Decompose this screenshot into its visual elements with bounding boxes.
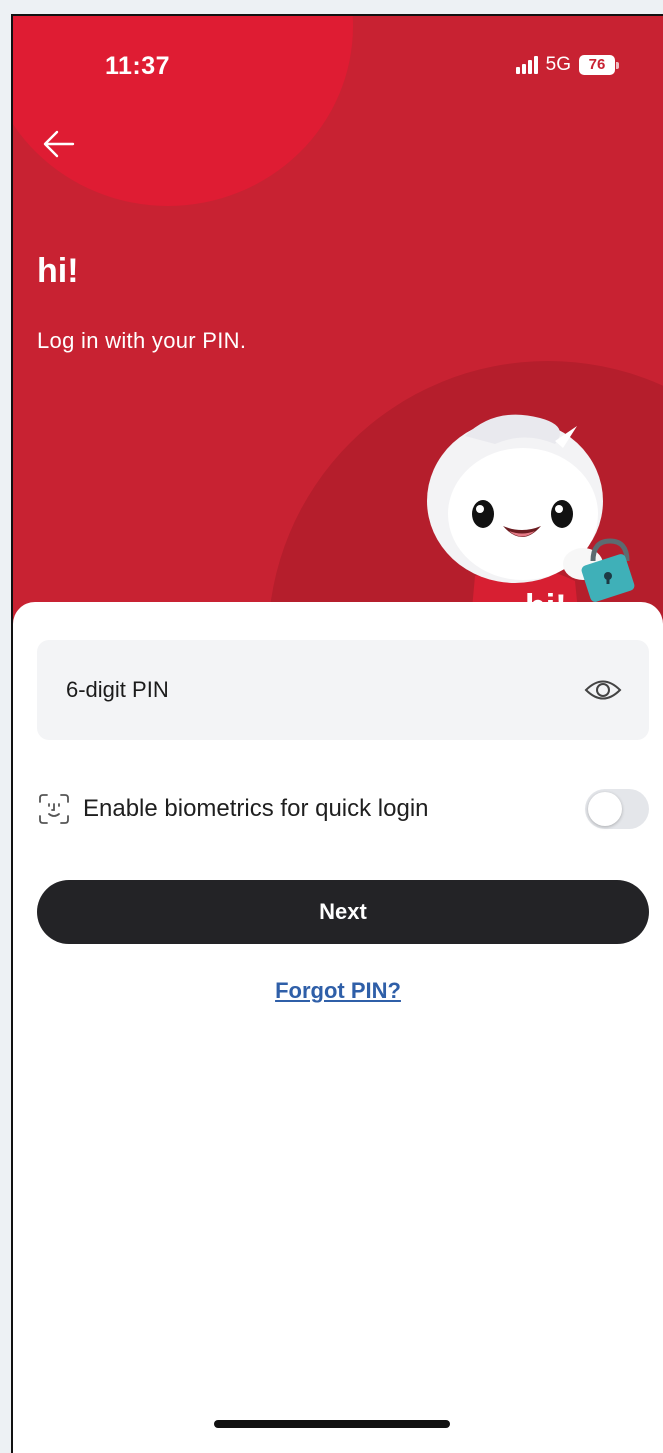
- face-id-icon: [39, 794, 69, 824]
- eye-icon[interactable]: [583, 675, 623, 705]
- hero-decor-circle-top: [13, 16, 353, 206]
- toggle-knob: [588, 792, 622, 826]
- login-sheet: Enable biometrics for quick login Next F…: [13, 602, 663, 1453]
- phone-screen: 11:37 5G 76 hi! Log in with your PIN. hi…: [11, 14, 663, 1453]
- greeting-title: hi!: [37, 252, 79, 290]
- login-subtitle: Log in with your PIN.: [37, 328, 247, 353]
- signal-icon: [515, 56, 538, 74]
- network-type: 5G: [545, 54, 571, 75]
- back-button[interactable]: [39, 124, 79, 164]
- biometrics-label: Enable biometrics for quick login: [83, 795, 429, 822]
- home-indicator: [214, 1420, 450, 1428]
- status-icons: 5G 76: [515, 52, 619, 78]
- status-time: 11:37: [105, 52, 171, 80]
- biometrics-row: Enable biometrics for quick login: [37, 786, 649, 832]
- mascot-illustration: hi!: [427, 414, 635, 626]
- battery-icon: 76: [579, 55, 619, 75]
- forgot-pin-link[interactable]: Forgot PIN?: [13, 978, 663, 1004]
- pin-input[interactable]: [64, 676, 583, 704]
- hero-banner: 11:37 5G 76 hi! Log in with your PIN. hi…: [13, 16, 663, 656]
- pin-field: [37, 640, 649, 740]
- biometrics-toggle[interactable]: [585, 789, 649, 829]
- battery-level: 76: [579, 55, 615, 75]
- arrow-left-icon: [43, 130, 75, 158]
- next-button[interactable]: Next: [37, 880, 649, 944]
